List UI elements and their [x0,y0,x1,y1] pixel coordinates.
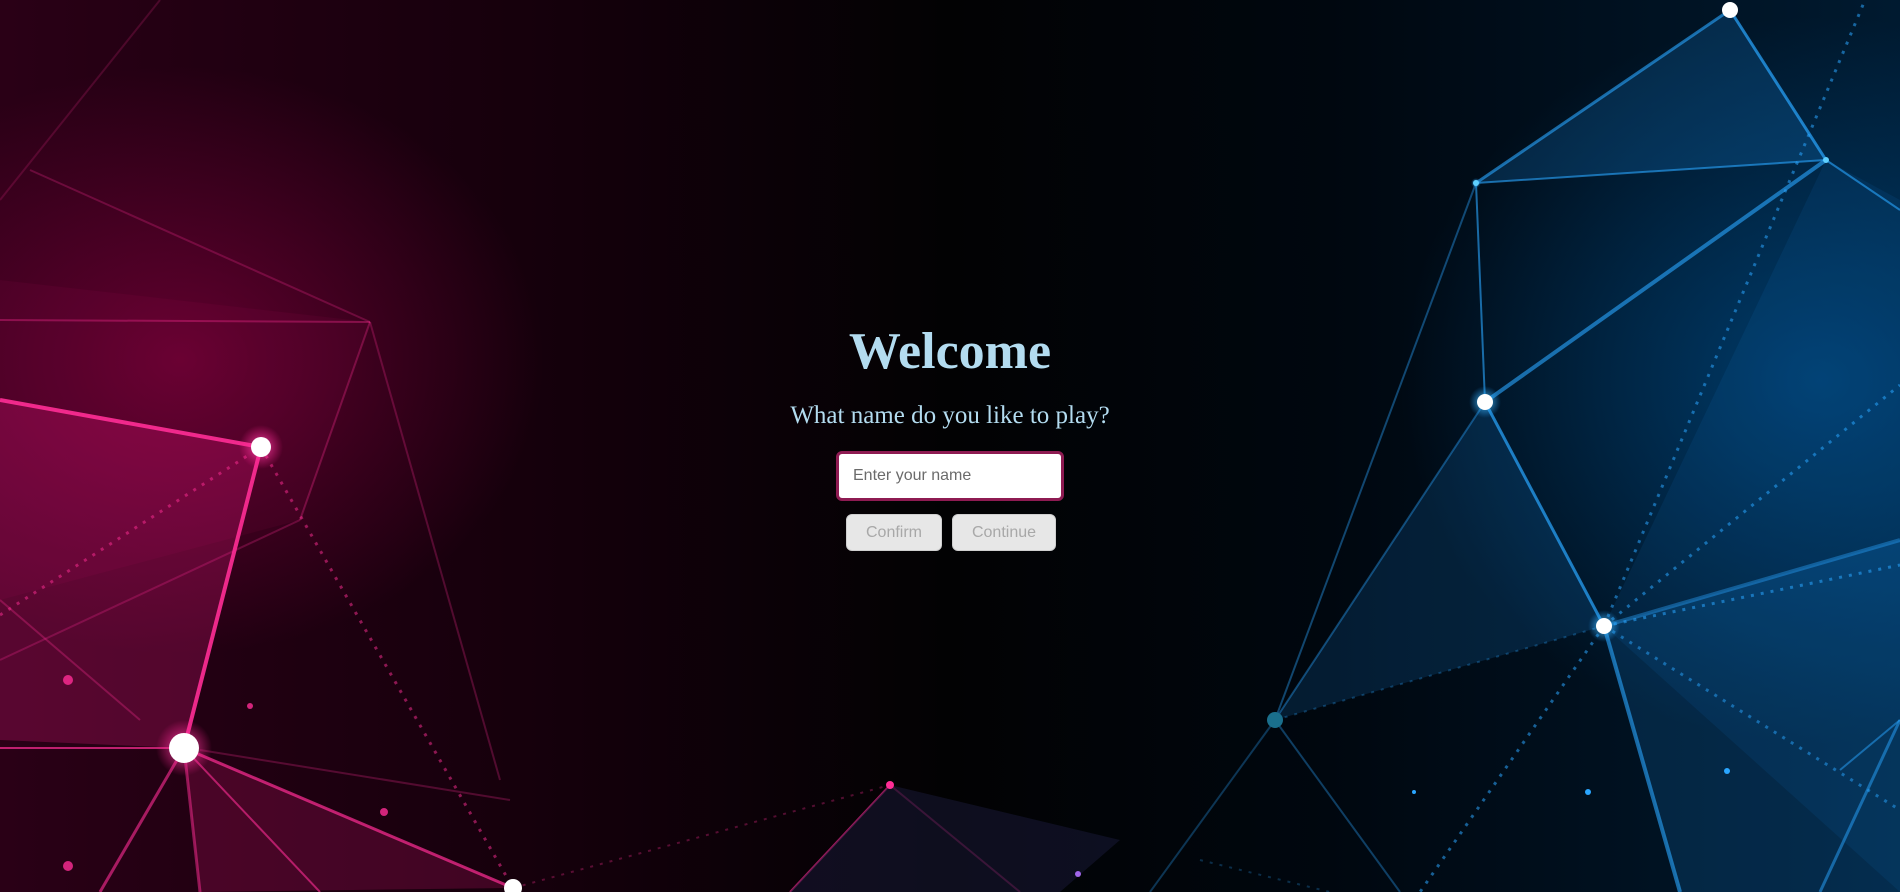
player-name-input[interactable] [836,451,1064,501]
name-prompt: What name do you like to play? [790,402,1110,429]
welcome-title: Welcome [848,323,1052,380]
continue-button[interactable]: Continue [952,514,1056,551]
confirm-button[interactable]: Confirm [846,514,942,551]
welcome-screen: Welcome What name do you like to play? C… [0,0,1900,892]
blue-network [1149,0,1900,892]
network-background [0,0,1900,892]
pink-network [0,0,1120,892]
